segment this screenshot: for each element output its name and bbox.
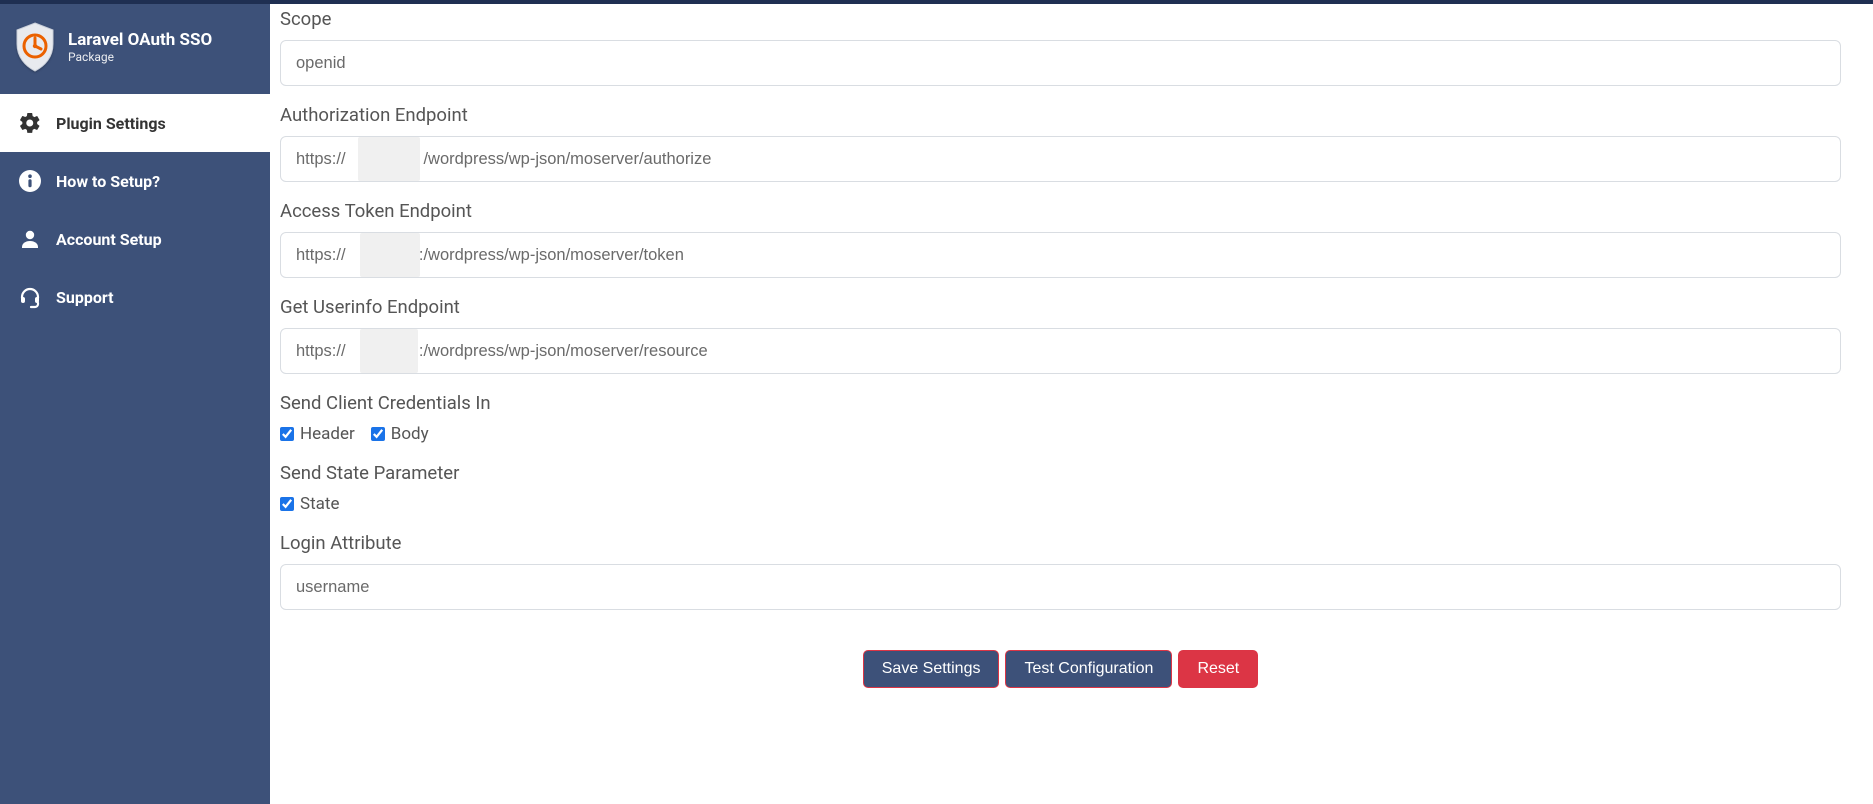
scope-input[interactable] xyxy=(280,40,1841,86)
sidebar-item-support[interactable]: Support xyxy=(0,268,270,326)
gear-icon xyxy=(18,111,42,135)
state-label: State xyxy=(300,494,339,514)
credentials-label: Send Client Credentials In xyxy=(280,392,1841,414)
redacted-mask xyxy=(360,329,418,373)
login-attribute-label: Login Attribute xyxy=(280,532,1841,554)
reset-button[interactable]: Reset xyxy=(1178,650,1258,688)
state-param-label: Send State Parameter xyxy=(280,462,1841,484)
credentials-header-check[interactable]: Header xyxy=(280,424,355,444)
redacted-mask xyxy=(360,233,420,277)
test-configuration-button[interactable]: Test Configuration xyxy=(1005,650,1172,688)
userinfo-endpoint-label: Get Userinfo Endpoint xyxy=(280,296,1841,318)
redacted-mask xyxy=(358,137,420,181)
sidebar-item-how-to-setup[interactable]: How to Setup? xyxy=(0,152,270,210)
sidebar-item-label: Account Setup xyxy=(56,230,162,249)
info-icon xyxy=(18,169,42,193)
brand-title: Laravel OAuth SSO xyxy=(68,30,212,50)
state-check[interactable]: State xyxy=(280,494,339,514)
save-settings-button[interactable]: Save Settings xyxy=(863,650,1000,688)
sidebar-item-label: Plugin Settings xyxy=(56,114,166,133)
access-token-endpoint-input[interactable] xyxy=(280,232,1841,278)
credentials-header-checkbox[interactable] xyxy=(280,427,294,441)
sidebar-item-label: How to Setup? xyxy=(56,172,160,191)
credentials-body-label: Body xyxy=(391,424,429,444)
sidebar-nav: Plugin Settings How to Setup? Account Se… xyxy=(0,94,270,326)
scope-label: Scope xyxy=(280,8,1841,30)
sidebar-item-plugin-settings[interactable]: Plugin Settings xyxy=(0,94,270,152)
credentials-header-label: Header xyxy=(300,424,355,444)
login-attribute-input[interactable] xyxy=(280,564,1841,610)
main-content: Scope Authorization Endpoint Access Toke… xyxy=(270,0,1873,804)
access-token-endpoint-label: Access Token Endpoint xyxy=(280,200,1841,222)
user-icon xyxy=(18,227,42,251)
state-checkbox[interactable] xyxy=(280,497,294,511)
headset-icon xyxy=(18,285,42,309)
authorization-endpoint-input[interactable] xyxy=(280,136,1841,182)
userinfo-endpoint-input[interactable] xyxy=(280,328,1841,374)
credentials-body-checkbox[interactable] xyxy=(371,427,385,441)
shield-icon xyxy=(14,22,56,72)
brand-subtitle: Package xyxy=(68,50,212,64)
actions: Save Settings Test Configuration Reset xyxy=(280,650,1841,688)
credentials-body-check[interactable]: Body xyxy=(371,424,429,444)
authorization-endpoint-label: Authorization Endpoint xyxy=(280,104,1841,126)
sidebar: Laravel OAuth SSO Package Plugin Setting… xyxy=(0,0,270,804)
sidebar-item-account-setup[interactable]: Account Setup xyxy=(0,210,270,268)
sidebar-item-label: Support xyxy=(56,288,114,307)
brand: Laravel OAuth SSO Package xyxy=(0,4,270,94)
